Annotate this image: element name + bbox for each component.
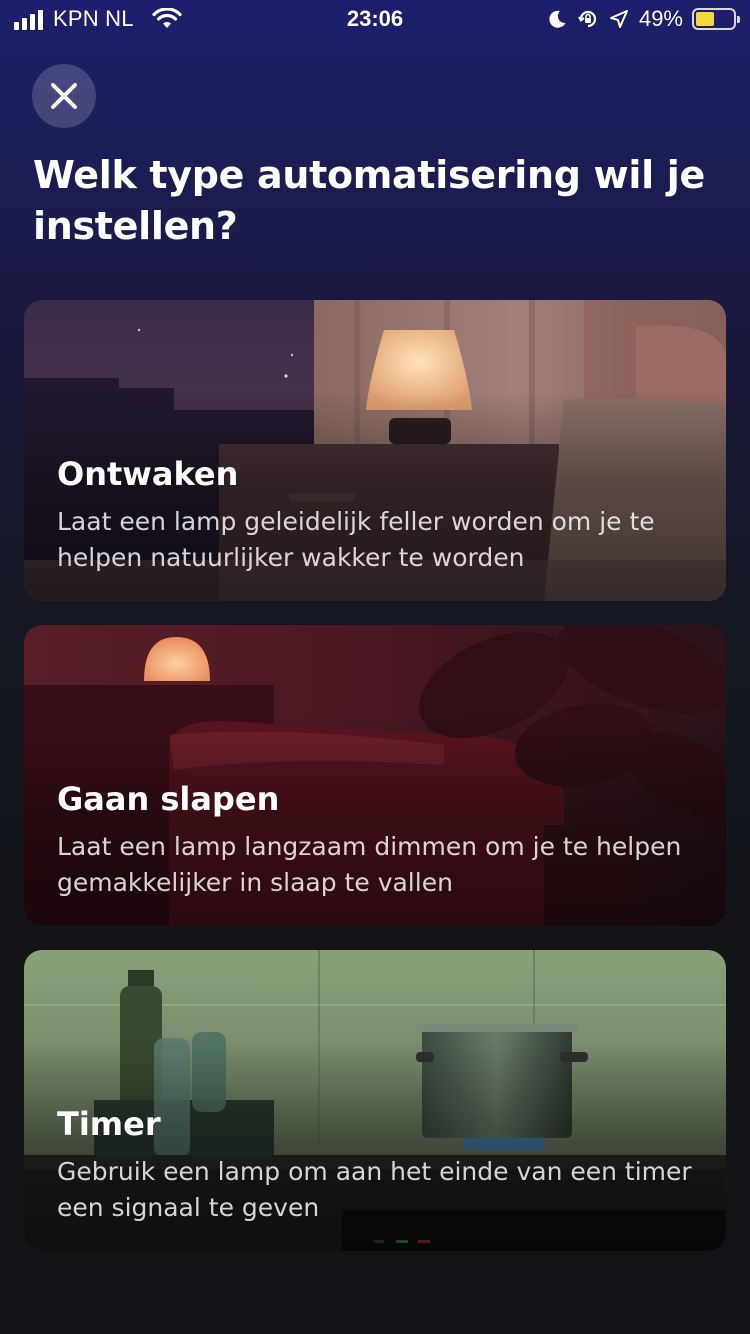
battery-percent: 49%	[638, 6, 683, 31]
card-title: Gaan slapen	[57, 780, 280, 818]
battery-icon	[692, 8, 740, 30]
location-icon	[609, 10, 628, 28]
status-right: 49%	[546, 6, 740, 32]
moon-icon	[549, 10, 566, 28]
card-wake-up[interactable]: Ontwaken Laat een lamp geleidelijk felle…	[24, 300, 726, 601]
card-timer[interactable]: Timer Gebruik een lamp om aan het einde …	[24, 950, 726, 1251]
card-description: Laat een lamp geleidelijk feller worden …	[57, 507, 655, 572]
card-go-to-sleep[interactable]: Gaan slapen Laat een lamp langzaam dimme…	[24, 625, 726, 926]
close-icon	[51, 83, 77, 109]
card-description: Laat een lamp langzaam dimmen om je te h…	[57, 832, 682, 897]
status-bar: KPN NL 23:06 49%	[0, 0, 750, 42]
close-button[interactable]	[32, 64, 96, 128]
card-description: Gebruik een lamp om aan het einde van ee…	[57, 1157, 692, 1222]
card-title: Ontwaken	[57, 455, 239, 493]
card-title: Timer	[57, 1105, 161, 1143]
orientation-lock-icon	[578, 10, 597, 28]
page-title: Welk type automatisering wil je instelle…	[33, 153, 705, 248]
